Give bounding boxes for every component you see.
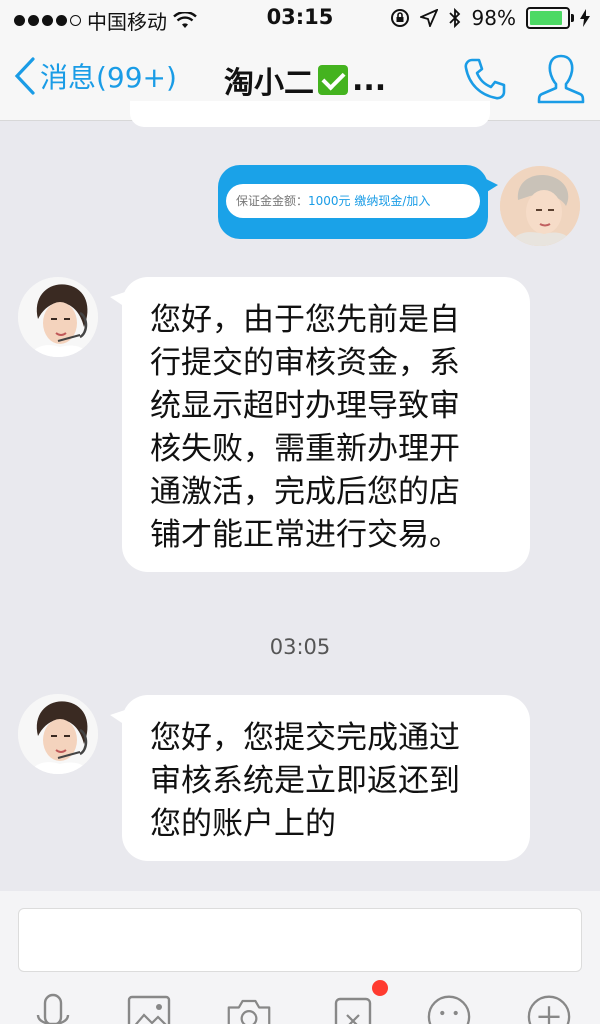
rotation-lock-icon <box>390 9 409 27</box>
microphone-icon[interactable] <box>30 993 76 1024</box>
title-ellipsis: ... <box>352 62 387 98</box>
deposit-card[interactable]: 保证金金额：1000元 缴纳现金/加入 <box>226 184 480 218</box>
chat-title: 淘小二 ... <box>224 58 386 102</box>
agent-avatar-image <box>18 277 98 357</box>
phone-icon[interactable] <box>462 56 508 102</box>
back-label: 消息(99+) <box>40 61 177 94</box>
message-timestamp: 03:05 <box>269 635 331 659</box>
message-line: 审核系统是立即返还到 <box>150 763 460 799</box>
chat-screen: 中国移动 03:15 98% 消息(99+) 淘小二 ... 保证金金额：100… <box>0 0 600 1024</box>
status-bar: 中国移动 03:15 98% <box>0 0 600 38</box>
chevron-left-icon <box>14 57 35 95</box>
message-line: 核失败，需重新办理开 <box>150 431 460 467</box>
previous-message-bubble <box>130 101 490 127</box>
message-line: 铺才能正常进行交易。 <box>150 517 460 553</box>
battery-percent: 98% <box>471 6 516 30</box>
composer <box>0 891 600 1024</box>
contact-name: 淘小二 <box>224 66 314 101</box>
message-line: 您好，您提交完成通过 <box>150 720 460 756</box>
charging-icon <box>580 9 590 27</box>
plus-icon[interactable] <box>526 993 572 1024</box>
battery-icon <box>526 7 574 29</box>
camera-icon[interactable] <box>226 993 272 1024</box>
agent-avatar[interactable] <box>18 694 98 774</box>
message-list[interactable]: 保证金金额：1000元 缴纳现金/加入 您好，由于您先前是自 行提交的审核资金，… <box>0 101 600 891</box>
shop-card-icon[interactable] <box>330 993 376 1024</box>
user-avatar-image <box>500 166 580 246</box>
message-input[interactable] <box>18 908 582 972</box>
verified-check-icon <box>318 65 348 95</box>
incoming-message-bubble[interactable]: 您好，您提交完成通过 审核系统是立即返还到 您的账户上的 <box>110 695 530 861</box>
message-line: 您的账户上的 <box>150 806 336 842</box>
deposit-label: 保证金金额： <box>236 194 309 208</box>
notification-dot <box>372 980 388 996</box>
agent-avatar-image <box>18 694 98 774</box>
message-line: 行提交的审核资金，系 <box>150 345 460 381</box>
deposit-amount: 1000元 缴纳现金/加入 <box>308 194 431 208</box>
message-line: 您好，由于您先前是自 <box>150 302 460 338</box>
back-button[interactable]: 消息(99+) <box>14 56 177 96</box>
location-icon <box>419 9 438 27</box>
image-icon[interactable] <box>126 993 172 1024</box>
user-avatar[interactable] <box>500 166 580 246</box>
message-line: 通激活，完成后您的店 <box>150 474 460 510</box>
status-icons: 98% <box>390 6 590 30</box>
emoji-icon[interactable] <box>426 993 472 1024</box>
outgoing-message-bubble[interactable]: 保证金金额：1000元 缴纳现金/加入 <box>218 165 498 239</box>
bluetooth-icon <box>448 7 460 29</box>
agent-avatar[interactable] <box>18 277 98 357</box>
incoming-message-bubble[interactable]: 您好，由于您先前是自 行提交的审核资金，系 统显示超时办理导致审 核失败，需重新… <box>110 277 530 572</box>
message-line: 统显示超时办理导致审 <box>150 388 460 424</box>
contact-profile-icon[interactable] <box>536 52 586 106</box>
